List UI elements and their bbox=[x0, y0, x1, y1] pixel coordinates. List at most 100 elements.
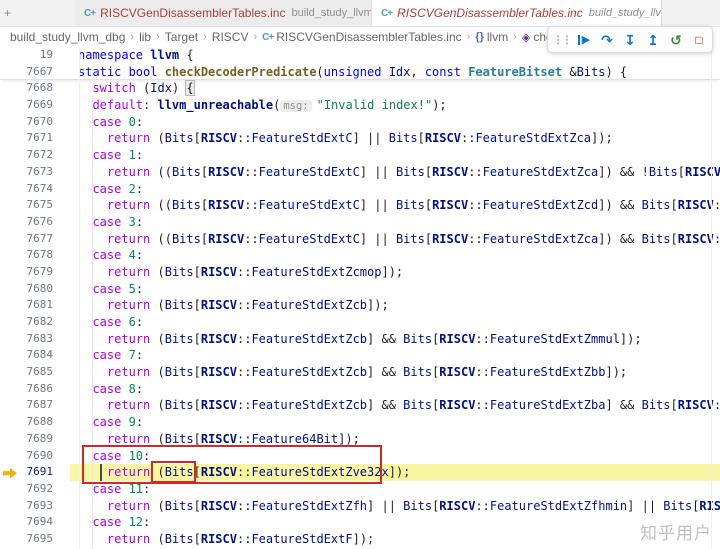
breadcrumb-item-RISCVGenDisassemblerTables.inc[interactable]: C+ RISCVGenDisassemblerTables.inc bbox=[262, 30, 461, 44]
restart-button[interactable]: ↺ bbox=[666, 29, 686, 51]
code-text[interactable]: case 4: bbox=[70, 247, 720, 264]
line-number[interactable]: 7679 bbox=[0, 264, 70, 281]
step-over-button[interactable]: ↷ bbox=[597, 29, 617, 51]
breadcrumb-label: Target bbox=[164, 30, 199, 44]
code-line: 7670 case 0: bbox=[0, 114, 720, 131]
tab-riscv-rel[interactable]: C+ RISCVGenDisassemblerTables.inc build_… bbox=[75, 0, 372, 26]
line-number[interactable]: 7678 bbox=[0, 247, 70, 264]
code-text[interactable]: case 6: bbox=[70, 314, 720, 331]
line-number[interactable]: 7667 bbox=[0, 64, 70, 80]
code-line: 7683 return (Bits[RISCV::FeatureStdExtZc… bbox=[0, 331, 720, 348]
tab-bar: + C+ RISCVGenDisassemblerTables.inc buil… bbox=[0, 0, 720, 27]
code-text[interactable]: case 3: bbox=[70, 214, 720, 231]
code-text[interactable]: return (Bits[RISCV::FeatureStdExtC] || B… bbox=[70, 130, 720, 147]
breadcrumb-item-llvm[interactable]: {} llvm bbox=[475, 30, 508, 44]
line-number[interactable]: 7681 bbox=[0, 297, 70, 314]
code-text[interactable]: return (Bits[RISCV::FeatureStdExtZcb] &&… bbox=[70, 331, 720, 348]
code-text[interactable]: return (Bits[RISCV::FeatureStdExtZcmop])… bbox=[70, 264, 720, 281]
code-text[interactable]: return ((Bits[RISCV::FeatureStdExtC] || … bbox=[70, 231, 720, 248]
breadcrumb-item-Target[interactable]: Target bbox=[165, 30, 198, 44]
line-number[interactable]: 7690 bbox=[0, 448, 70, 465]
code-text[interactable]: return (Bits[RISCV::FeatureStdExtF]); bbox=[70, 531, 720, 548]
step-out-button[interactable]: ↥ bbox=[643, 29, 663, 51]
code-text[interactable]: case 9: bbox=[70, 414, 720, 431]
line-number[interactable]: 7672 bbox=[0, 147, 70, 164]
code-text[interactable]: return (Bits[RISCV::FeatureStdExtZcb]); bbox=[70, 297, 720, 314]
breadcrumb-label: llvm bbox=[486, 30, 509, 44]
code-text[interactable]: case 8: bbox=[70, 381, 720, 398]
code-text[interactable]: case 0: bbox=[70, 114, 720, 131]
debug-current-line-arrow-icon bbox=[3, 467, 17, 479]
code-line: 7695 return (Bits[RISCV::FeatureStdExtF]… bbox=[0, 531, 720, 548]
code-line: 7685 return (Bits[RISCV::FeatureStdExtZc… bbox=[0, 364, 720, 381]
line-number[interactable]: 7694 bbox=[0, 514, 70, 531]
debug-toolbar: ⋮⋮ ▶ ↷ ↧ ↥ ↺ □ bbox=[547, 26, 713, 53]
line-number[interactable]: 7670 bbox=[0, 114, 70, 131]
tab-file-path: build_study_llvm_rel/... bbox=[291, 7, 372, 19]
breadcrumb-item-build_study_llvm_dbg[interactable]: build_study_llvm_dbg bbox=[10, 30, 125, 44]
chevron-right-icon: › bbox=[156, 31, 160, 43]
breadcrumb-label: lib bbox=[139, 30, 152, 44]
watermark: 知乎用户 bbox=[640, 524, 712, 543]
code-text[interactable]: case 2: bbox=[70, 181, 720, 198]
stop-button[interactable]: □ bbox=[689, 29, 709, 51]
code-text[interactable]: case 12: bbox=[70, 514, 720, 531]
line-number[interactable]: 7691 bbox=[0, 464, 70, 481]
breadcrumb-item-RISCV[interactable]: RISCV bbox=[212, 30, 249, 44]
line-number[interactable]: 7682 bbox=[0, 314, 70, 331]
cpp-icon: C+ bbox=[262, 31, 274, 43]
line-number[interactable]: 7669 bbox=[0, 97, 70, 114]
code-line: 7668 switch (Idx) { bbox=[0, 80, 720, 97]
code-text[interactable]: return ((Bits[RISCV::FeatureStdExtC] || … bbox=[70, 197, 720, 214]
code-line: 7687 return (Bits[RISCV::FeatureStdExtZc… bbox=[0, 397, 720, 414]
code-line: 7688 case 9: bbox=[0, 414, 720, 431]
code-line: 7674 case 2: bbox=[0, 181, 720, 198]
line-number[interactable]: 7677 bbox=[0, 231, 70, 248]
braces-icon: {} bbox=[475, 31, 484, 43]
code-text[interactable]: switch (Idx) { bbox=[70, 80, 720, 97]
code-text[interactable]: case 7: bbox=[70, 347, 720, 364]
line-number[interactable]: 7676 bbox=[0, 214, 70, 231]
line-number[interactable]: 7692 bbox=[0, 481, 70, 498]
line-number[interactable]: 7689 bbox=[0, 431, 70, 448]
code-line: 7694 case 12: bbox=[0, 514, 720, 531]
code-line: 7671 return (Bits[RISCV::FeatureStdExtC]… bbox=[0, 130, 720, 147]
code-text[interactable]: return ((Bits[RISCV::FeatureStdExtC] || … bbox=[70, 164, 720, 181]
line-number[interactable]: 7673 bbox=[0, 164, 70, 181]
code-text[interactable]: case 5: bbox=[70, 281, 720, 298]
code-text[interactable]: static bool checkDecoderPredicate(unsign… bbox=[70, 64, 720, 80]
step-into-button[interactable]: ↧ bbox=[620, 29, 640, 51]
line-number[interactable]: 7685 bbox=[0, 364, 70, 381]
code-line: 7667 static bool checkDecoderPredicate(un… bbox=[0, 64, 720, 81]
code-text[interactable]: default: llvm_unreachable(msg: "Invalid i… bbox=[70, 97, 720, 114]
code-text[interactable]: return (Bits[RISCV::FeatureStdExtZcb] &&… bbox=[70, 397, 720, 414]
chevron-right-icon: › bbox=[203, 31, 207, 43]
cpp-file-icon: C+ bbox=[381, 7, 393, 19]
line-number[interactable]: 7686 bbox=[0, 381, 70, 398]
line-number[interactable]: 7671 bbox=[0, 130, 70, 147]
line-number[interactable]: 19 bbox=[0, 47, 70, 64]
line-number[interactable]: 7687 bbox=[0, 397, 70, 414]
code-text[interactable]: return (Bits[RISCV::FeatureStdExtZfh] ||… bbox=[70, 498, 720, 515]
code-line: 7669 default: llvm_unreachable(msg: "Inva… bbox=[0, 97, 720, 114]
code-text[interactable]: case 1: bbox=[70, 147, 720, 164]
drag-grip[interactable]: ⋮⋮ bbox=[551, 29, 573, 51]
line-number[interactable]: 7680 bbox=[0, 281, 70, 298]
code-line: 7672 case 1: bbox=[0, 147, 720, 164]
line-number[interactable]: 7688 bbox=[0, 414, 70, 431]
chevron-right-icon: › bbox=[513, 31, 517, 43]
code-text[interactable]: return (Bits[RISCV::FeatureStdExtZcb] &&… bbox=[70, 364, 720, 381]
breadcrumb-item-lib[interactable]: lib bbox=[139, 30, 151, 44]
continue-button[interactable]: ▶ bbox=[574, 29, 594, 51]
line-number[interactable]: 7693 bbox=[0, 498, 70, 515]
line-number[interactable]: 7684 bbox=[0, 347, 70, 364]
line-number[interactable]: 7674 bbox=[0, 181, 70, 198]
line-number[interactable]: 7683 bbox=[0, 331, 70, 348]
tab-riscv-dbg[interactable]: C+ RISCVGenDisassemblerTables.inc build_… bbox=[372, 0, 662, 26]
chevron-right-icon: › bbox=[466, 31, 471, 43]
line-number[interactable]: 7695 bbox=[0, 531, 70, 548]
code-line: 7673 return ((Bits[RISCV::FeatureStdExtC… bbox=[0, 164, 720, 181]
line-number[interactable]: 7668 bbox=[0, 80, 70, 97]
chevron-right-icon: › bbox=[130, 31, 135, 43]
line-number[interactable]: 7675 bbox=[0, 197, 70, 214]
